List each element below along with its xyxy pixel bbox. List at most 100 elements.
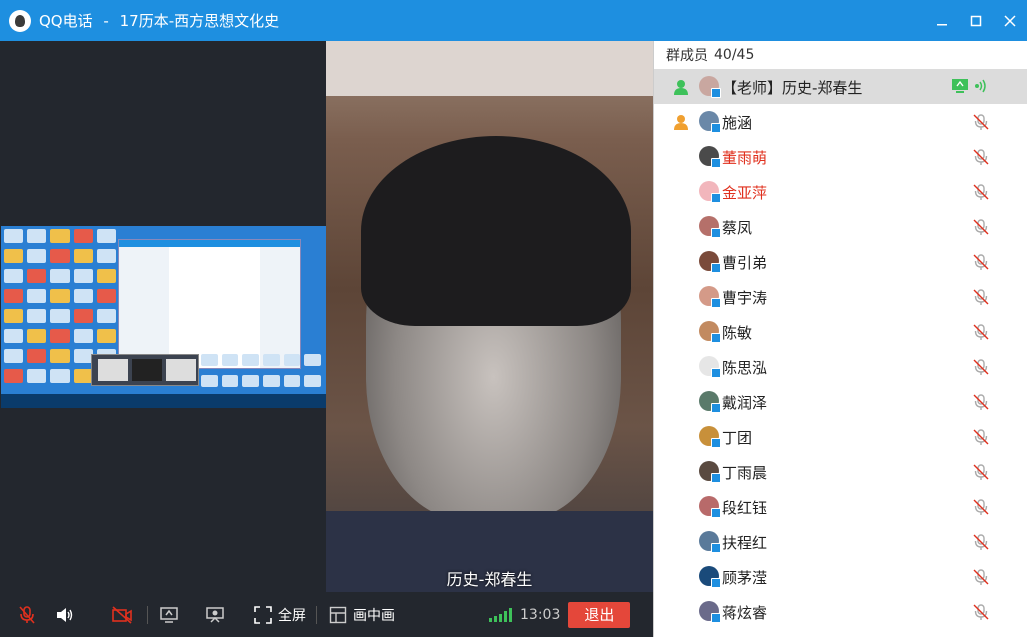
member-avatar — [699, 321, 721, 343]
member-name: 陈敏 — [722, 324, 753, 342]
desktop-icons-right — [201, 354, 321, 392]
member-mic-muted-icon — [972, 253, 990, 271]
member-name: 施涵 — [722, 114, 753, 132]
share-screen-button[interactable] — [158, 604, 180, 626]
member-avatar — [699, 496, 721, 518]
member-row[interactable]: 丁团 — [654, 419, 1027, 454]
mic-muted-icon — [16, 604, 38, 626]
member-mic-muted-icon — [972, 148, 990, 166]
member-row[interactable]: 曹引弟 — [654, 244, 1027, 279]
teacher-camera-video[interactable]: 历史-郑春生 — [326, 41, 653, 592]
member-avatar — [699, 426, 721, 448]
member-name: 曹宇涛 — [722, 289, 768, 307]
maximize-icon — [970, 15, 982, 26]
camera-off-icon — [111, 604, 133, 626]
pip-label: 画中画 — [353, 607, 395, 624]
speaker-button[interactable] — [53, 604, 75, 626]
presentation-icon — [204, 604, 226, 626]
call-timer: 13:03 — [520, 606, 561, 623]
window-controls — [925, 0, 1027, 41]
call-title: 17历本-西方思想文化史 — [119, 12, 280, 30]
member-name: 顾茅滢 — [722, 569, 768, 587]
member-avatar — [699, 181, 721, 203]
member-row[interactable]: 段红钰 — [654, 489, 1027, 524]
member-name: 金亚萍 — [722, 184, 768, 202]
member-row[interactable]: 陈思泓 — [654, 349, 1027, 384]
minimize-button[interactable] — [925, 0, 959, 41]
member-panel: 群成员 40/45 【老师】历史-郑春生施涵董雨萌金亚萍蔡凤曹引弟曹宇涛陈敏陈思… — [653, 41, 1027, 637]
member-header-label: 群成员 — [666, 48, 708, 64]
member-row[interactable]: 丁雨晨 — [654, 454, 1027, 489]
member-row[interactable]: 蒋炫睿 — [654, 594, 1027, 629]
window-title: QQ电话 - 17历本-西方思想文化史 — [39, 10, 279, 31]
member-list: 【老师】历史-郑春生施涵董雨萌金亚萍蔡凤曹引弟曹宇涛陈敏陈思泓戴润泽丁团丁雨晨段… — [654, 69, 1027, 629]
video-name-label: 历史-郑春生 — [446, 570, 533, 589]
member-mic-muted-icon — [972, 323, 990, 341]
member-mic-muted-icon — [972, 358, 990, 376]
member-avatar — [699, 531, 721, 553]
speaking-icon — [974, 78, 988, 94]
member-mic-muted-icon — [972, 113, 990, 131]
member-row[interactable]: 扶程红 — [654, 524, 1027, 559]
shared-taskbar — [1, 394, 326, 408]
member-row[interactable]: 蔡凤 — [654, 209, 1027, 244]
member-mic-muted-icon — [972, 498, 990, 516]
member-name: 蔡凤 — [722, 219, 753, 237]
title-separator: - — [103, 12, 109, 30]
member-mic-muted-icon — [972, 393, 990, 411]
member-name: 段红钰 — [722, 499, 768, 517]
shared-chat-window — [118, 239, 301, 369]
fullscreen-button[interactable]: 全屏 — [252, 604, 306, 626]
pip-button[interactable]: 画中画 — [327, 604, 395, 626]
app-name: QQ电话 — [39, 12, 93, 30]
title-bar: QQ电话 - 17历本-西方思想文化史 — [0, 0, 1027, 41]
member-avatar — [699, 146, 721, 168]
member-mic-muted-icon — [972, 568, 990, 586]
member-row[interactable]: 董雨萌 — [654, 139, 1027, 174]
call-toolbar: 全屏 画中画 13:03 退出 — [0, 592, 653, 637]
camera-toggle-button[interactable] — [111, 604, 133, 626]
network-status: 13:03 — [489, 607, 560, 623]
member-role-icon — [672, 113, 690, 131]
member-row[interactable]: 施涵 — [654, 104, 1027, 139]
screen-sharing-icon — [951, 78, 969, 94]
member-role-icon — [672, 78, 690, 96]
member-row[interactable]: 曹宇涛 — [654, 279, 1027, 314]
presentation-button[interactable] — [204, 604, 226, 626]
member-panel-header: 群成员 40/45 — [654, 41, 1027, 69]
member-mic-muted-icon — [972, 428, 990, 446]
member-name: 丁雨晨 — [722, 464, 768, 482]
shared-thumbnail — [91, 354, 199, 386]
member-name: 陈思泓 — [722, 359, 768, 377]
member-avatar — [699, 601, 721, 623]
mic-toggle-button[interactable] — [16, 604, 38, 626]
exit-call-button[interactable]: 退出 — [568, 601, 631, 628]
member-mic-muted-icon — [972, 463, 990, 481]
member-row[interactable]: 【老师】历史-郑春生 — [654, 69, 1027, 104]
screen-share-video[interactable] — [0, 41, 326, 592]
maximize-button[interactable] — [959, 0, 993, 41]
member-row[interactable]: 陈敏 — [654, 314, 1027, 349]
pip-icon — [327, 604, 349, 626]
member-row[interactable]: 金亚萍 — [654, 174, 1027, 209]
member-name: 丁团 — [722, 429, 753, 447]
toolbar-divider — [147, 605, 148, 624]
member-name: 董雨萌 — [722, 149, 768, 167]
member-mic-muted-icon — [972, 218, 990, 236]
fullscreen-icon — [252, 604, 274, 626]
member-avatar — [699, 391, 721, 413]
member-avatar — [699, 356, 721, 378]
signal-icon — [489, 607, 512, 622]
member-row[interactable]: 戴润泽 — [654, 384, 1027, 419]
member-avatar — [699, 461, 721, 483]
member-avatar — [699, 251, 721, 273]
member-row[interactable]: 顾茅滢 — [654, 559, 1027, 594]
member-avatar — [699, 76, 721, 98]
minimize-icon — [937, 23, 947, 25]
member-name: 曹引弟 — [722, 254, 768, 272]
member-avatar — [699, 111, 721, 133]
member-name: 扶程红 — [722, 534, 768, 552]
member-avatar — [699, 216, 721, 238]
close-button[interactable] — [993, 0, 1027, 41]
member-mic-muted-icon — [972, 288, 990, 306]
